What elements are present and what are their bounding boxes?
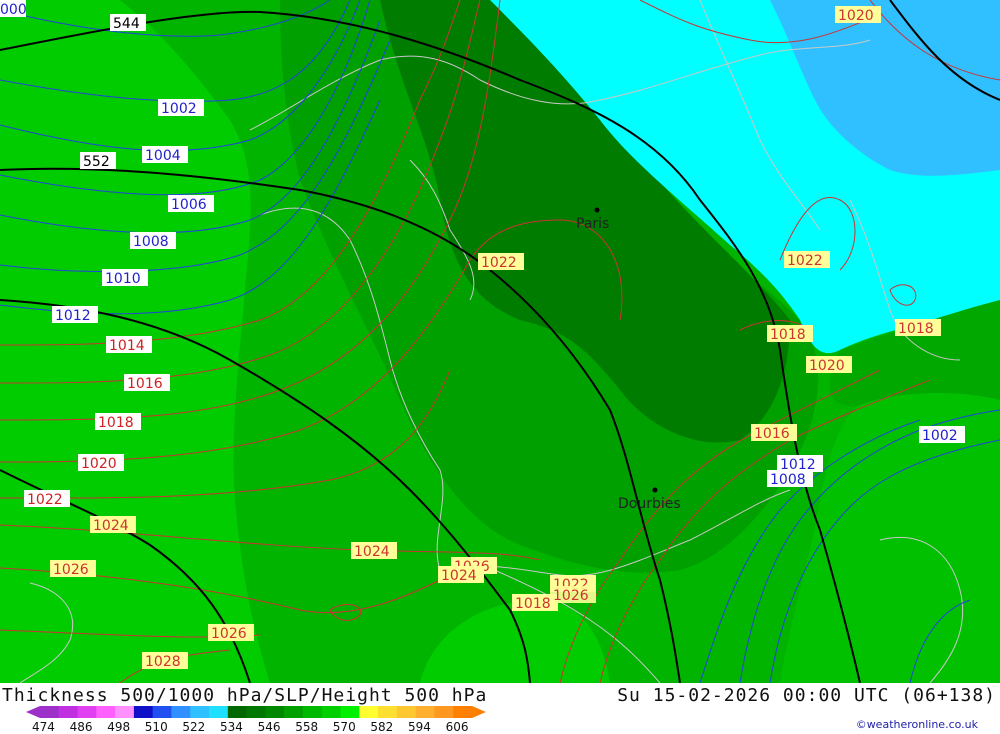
slp-label: 1028 xyxy=(145,654,181,670)
slp-label: 1018 xyxy=(515,596,551,612)
slp-label: 1022 xyxy=(27,492,63,508)
slp-label: 1016 xyxy=(127,376,163,392)
scale-swatch xyxy=(284,706,304,718)
scale-swatch xyxy=(209,706,229,718)
scale-swatch xyxy=(453,706,473,718)
scale-swatch xyxy=(434,706,454,718)
slp-label: 1026 xyxy=(553,588,589,604)
scale-swatch xyxy=(321,706,342,718)
scale-swatch xyxy=(171,706,191,718)
slp-label: 1022 xyxy=(787,253,823,269)
scale-swatch xyxy=(396,706,417,718)
slp-label: 1018 xyxy=(770,327,806,343)
slp-label: 1018 xyxy=(98,415,134,431)
scale-swatch xyxy=(115,706,135,718)
scale-value: 486 xyxy=(69,720,93,734)
slp-label: 000 xyxy=(0,2,27,18)
slp-label: 1006 xyxy=(171,197,207,213)
scale-swatch xyxy=(246,706,266,718)
slp-label: 1018 xyxy=(898,321,934,337)
slp-label: 1026 xyxy=(211,626,247,642)
scale-arrow-left xyxy=(26,706,40,718)
scale-value: 510 xyxy=(144,720,168,734)
scale-value: 546 xyxy=(257,720,281,734)
slp-label: 1008 xyxy=(133,234,169,250)
city-dot-dourbies xyxy=(652,487,658,493)
map-footer: Thickness 500/1000 hPa/SLP/Height 500 hP… xyxy=(0,683,1000,734)
scale-swatch xyxy=(152,706,172,718)
city-label-paris: Paris xyxy=(576,216,609,232)
scale-swatch xyxy=(77,706,97,718)
slp-label: 1020 xyxy=(838,8,874,24)
scale-swatch xyxy=(40,706,60,718)
scale-value: 606 xyxy=(445,720,469,734)
slp-label: 1014 xyxy=(109,338,145,354)
slp-label: 1026 xyxy=(53,562,89,578)
scale-swatch xyxy=(302,706,323,718)
scale-swatch xyxy=(133,706,154,718)
map-title: Thickness 500/1000 hPa/SLP/Height 500 hP… xyxy=(2,685,488,706)
slp-label: 1002 xyxy=(922,428,958,444)
slp-label: 1020 xyxy=(809,358,845,374)
slp-label: 1008 xyxy=(770,472,806,488)
scale-value: 498 xyxy=(107,720,131,734)
height-label-552: 552 xyxy=(83,154,110,170)
scale-value: 558 xyxy=(295,720,319,734)
scale-swatch xyxy=(415,706,435,718)
slp-label: 1024 xyxy=(441,568,477,584)
city-dot-paris xyxy=(594,207,600,213)
slp-label: 1022 xyxy=(481,255,517,271)
scale-swatch xyxy=(227,706,248,718)
scale-value: 534 xyxy=(220,720,243,734)
scale-value: 522 xyxy=(182,720,206,734)
height-label-544: 544 xyxy=(113,16,140,32)
scale-swatch xyxy=(190,706,210,718)
city-label-dourbies: Dourbies xyxy=(618,496,681,512)
slp-label: 1012 xyxy=(55,308,91,324)
scale-swatch xyxy=(340,706,360,718)
slp-label: 1020 xyxy=(81,456,117,472)
slp-label: 1004 xyxy=(145,148,181,164)
scale-value: 582 xyxy=(370,720,394,734)
scale-swatch xyxy=(58,706,79,718)
slp-label: 1002 xyxy=(161,101,197,117)
scale-swatch xyxy=(359,706,379,718)
scale-value: 570 xyxy=(332,720,356,734)
thickness-color-scale xyxy=(26,706,486,718)
scale-value: 594 xyxy=(408,720,431,734)
scale-value: 474 xyxy=(32,720,55,734)
scale-swatch xyxy=(96,706,116,718)
slp-label: 1024 xyxy=(93,518,129,534)
slp-label: 1010 xyxy=(105,271,141,287)
scale-arrow-right xyxy=(472,706,486,718)
map-valid-time: Su 15-02-2026 00:00 UTC (06+138) xyxy=(617,685,996,706)
weather-map: Paris Dourbies 544 552 000 1002 1004 100… xyxy=(0,0,1000,683)
slp-label: 1016 xyxy=(754,426,790,442)
credit-link[interactable]: ©weatheronline.co.uk xyxy=(856,718,978,731)
scale-swatch xyxy=(378,706,398,718)
slp-label: 1024 xyxy=(354,544,390,560)
scale-swatch xyxy=(265,706,285,718)
